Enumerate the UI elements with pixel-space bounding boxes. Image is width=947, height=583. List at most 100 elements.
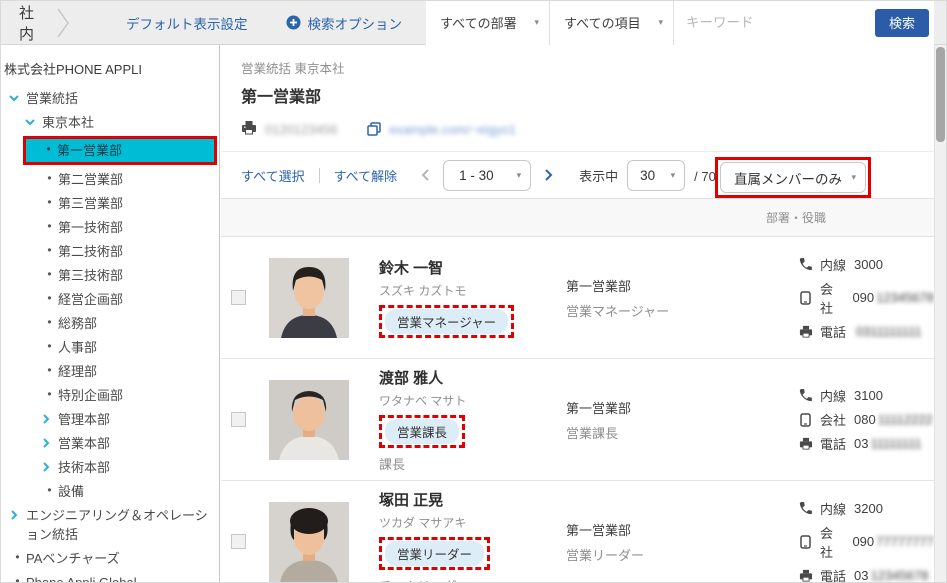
sidebar-item[interactable]: •特別企画部 [1,383,219,407]
sidebar-item[interactable]: •第三技術部 [1,263,219,287]
main-content: 営業統括 東京本社 第一営業部 0120123456 example.com/~… [221,45,934,582]
sidebar-item[interactable]: •経営企画部 [1,287,219,311]
sidebar-item[interactable]: •経理部 [1,359,219,383]
sidebar-item[interactable]: •PAベンチャーズ [1,546,219,570]
phone-cell: 内線 3200 会社 090 77777777 電話 03 12345678 [786,494,934,583]
member-filter-select[interactable]: 直属メンバーのみ ▾ [720,162,866,193]
bullet-icon: • [41,197,58,208]
plus-icon[interactable] [286,15,301,30]
row-checkbox[interactable] [231,534,246,549]
dept-cell: 第一営業部 営業リーダー [566,520,786,564]
clear-all-link[interactable]: すべて解除 [334,166,398,185]
avatar-photo[interactable] [269,502,349,582]
department-select[interactable]: すべての部署 ▾ [426,1,550,45]
chevron-down-icon [25,117,42,127]
page-prev-icon[interactable] [421,168,430,182]
person-name[interactable]: 塚田 正晃 [379,489,566,510]
sidebar-item-label: 経理部 [58,362,97,381]
avatar-photo[interactable] [269,258,349,338]
sidebar-item[interactable]: •第三営業部 [1,191,219,215]
scrollbar-thumb[interactable] [936,47,945,142]
bullet-icon: • [41,485,58,496]
bullet-icon: • [41,269,58,280]
sidebar-item-label: 特別企画部 [58,386,123,405]
sidebar-item-label: 第一技術部 [58,218,123,237]
person-name[interactable]: 渡部 雅人 [379,367,566,388]
sidebar-item[interactable]: 営業統括 [1,86,219,110]
role-tag[interactable]: 営業リーダー [385,541,484,566]
keyword-input[interactable] [674,15,875,30]
department-contact-line: 0120123456 example.com/~eigyo1 [241,120,914,138]
annotation-box-filter: 直属メンバーのみ ▾ [715,157,871,198]
sidebar-item[interactable]: •設備 [1,479,219,503]
fax-icon [798,569,813,582]
phone-label: 電話 [820,434,846,453]
fax-icon [798,325,813,338]
search-options-link[interactable]: 検索オプション [308,13,403,33]
sidebar-item[interactable]: 技術本部 [1,455,219,479]
role-tag[interactable]: 営業課長 [385,419,459,444]
phone-label: 内線 [820,386,846,405]
sidebar-item-label: 設備 [58,482,84,501]
scope-label[interactable]: 社内 [19,2,44,44]
table-header: 部署・役職 電話番号 [221,198,934,237]
vertical-scrollbar[interactable] [934,45,946,582]
sidebar-item[interactable]: •Phone Appli Global [1,570,219,582]
page-size-select[interactable]: 30 ▾ [627,160,685,191]
sidebar-item[interactable]: •第一技術部 [1,215,219,239]
tel-line: 電話 03 12345678 [798,566,934,583]
company-root-label[interactable]: 株式会社PHONE APPLI [1,51,219,86]
sidebar-item-label: 第一営業部 [57,141,122,160]
sidebar-item[interactable]: 営業本部 [1,431,219,455]
handset-icon [798,502,813,515]
member-filter-value: 直属メンバーのみ [734,168,842,188]
department-phone-blurred: 0120123456 [265,122,337,137]
sidebar-item[interactable]: 東京本社 [1,110,219,134]
default-display-settings-link[interactable]: デフォルト表示設定 [126,13,248,33]
bullet-icon: • [40,144,57,155]
department-role: 営業課長 [566,423,786,442]
app-window: 社内 デフォルト表示設定 検索オプション すべての部署 ▾ すべての項目 ▾ 検… [0,0,947,583]
page-next-icon[interactable] [544,168,553,182]
sidebar-item[interactable]: •第二営業部 [1,167,219,191]
department-link-blurred[interactable]: example.com/~eigyo1 [389,122,516,137]
sidebar-item[interactable]: •人事部 [1,335,219,359]
row-checkbox[interactable] [231,290,246,305]
person-kana: スズキ カズトモ [379,282,566,299]
role-tag[interactable]: 営業マネージャー [385,309,508,334]
chevron-separator-icon [56,7,70,39]
sidebar-item[interactable]: •総務部 [1,311,219,335]
sidebar-item-selected[interactable]: •第一営業部 [23,136,217,165]
copy-icon[interactable] [367,122,381,136]
sidebar-item-label: 第二営業部 [58,170,123,189]
sidebar-tree: 営業統括東京本社•第一営業部•第二営業部•第三営業部•第一技術部•第二技術部•第… [1,86,219,582]
select-all-link[interactable]: すべて選択 [241,166,305,185]
field-select[interactable]: すべての項目 ▾ [550,1,674,45]
bullet-icon: • [41,221,58,232]
chevron-down-icon [9,93,26,103]
sidebar-item[interactable]: •第二技術部 [1,239,219,263]
person-name[interactable]: 鈴木 一智 [379,257,566,278]
phone-label: 内線 [820,255,846,274]
caret-down-icon: ▾ [658,17,663,28]
table-row: 渡部 雅人 ワタナベ マサト 営業課長 課長 第一営業部 営業課長 内線 310… [221,359,934,481]
row-checkbox[interactable] [231,412,246,427]
department-header: 営業統括 東京本社 第一営業部 0120123456 example.com/~… [221,45,934,138]
mobile-icon [798,291,813,305]
page-range-select[interactable]: 1 - 30 ▾ [443,160,531,191]
search-button[interactable]: 検索 [875,9,929,37]
chevron-right-icon [9,510,26,520]
person-info: 塚田 正晃 ツカダ マサアキ 営業リーダー チームリーダー [349,489,566,583]
avatar-photo[interactable] [269,380,349,460]
breadcrumb: 営業統括 東京本社 [241,58,914,77]
extension-line: 内線 3100 [798,386,934,405]
caret-down-icon: ▾ [851,172,856,183]
sidebar-item[interactable]: 管理本部 [1,407,219,431]
mobile-number-blurred: 77777777 [876,534,934,549]
bullet-icon: • [9,576,26,583]
person-kana: ツカダ マサアキ [379,514,566,531]
chevron-right-icon [41,462,58,472]
sidebar-item[interactable]: エンジニアリング＆オペレーション統括 [1,503,219,546]
sidebar-item-label: 経営企画部 [58,290,123,309]
department-role: 営業マネージャー [566,301,786,320]
